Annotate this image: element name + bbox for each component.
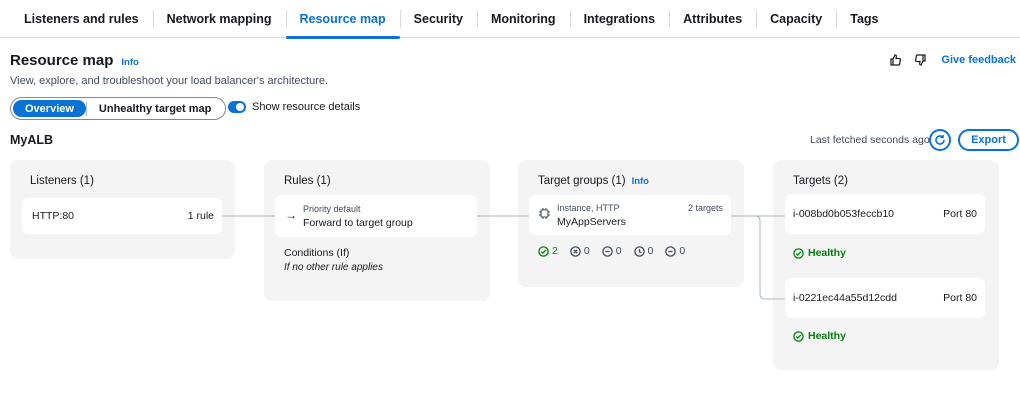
conditions-value: If no other rule applies (284, 262, 383, 273)
tab-bar: Listeners and rules Network mapping Reso… (0, 0, 1020, 39)
listeners-title: Listeners (1) (30, 175, 94, 187)
target-instance-id: i-0221ec44a55d12cdd (793, 292, 897, 304)
target-instance-id: i-008bd0b053feccb10 (793, 208, 895, 220)
rule-priority: Priority default (303, 204, 361, 214)
listeners-column: Listeners (1) HTTP:80 1 rule (10, 160, 235, 259)
target-groups-info-link[interactable]: Info (632, 176, 649, 187)
target-port: Port 80 (943, 292, 977, 304)
rules-title: Rules (1) (284, 175, 331, 187)
tab-integrations[interactable]: Integrations (569, 0, 670, 38)
tab-capacity[interactable]: Capacity (756, 0, 836, 38)
give-feedback-link[interactable]: Give feedback (941, 54, 1016, 66)
arrow-right-icon: → (285, 208, 297, 222)
page-title: Resource map (10, 52, 114, 69)
instance-icon (539, 208, 550, 222)
listener-rule-count: 1 rule (187, 210, 214, 222)
check-circle-icon (793, 330, 804, 342)
conditions-label: Conditions (If) (284, 247, 350, 259)
tab-monitoring[interactable]: Monitoring (477, 0, 570, 38)
refresh-icon (935, 135, 945, 145)
tab-tags[interactable]: Tags (836, 0, 892, 38)
view-segmented-control: Overview Unhealthy target map (10, 97, 227, 120)
tab-attributes[interactable]: Attributes (669, 0, 756, 38)
initial-count: 0 (633, 245, 653, 257)
target-health-status: Healthy (793, 330, 846, 342)
clock-icon (633, 245, 645, 257)
target-card[interactable]: i-008bd0b053feccb10 Port 80 (785, 194, 985, 234)
page-header: Resource map Info (10, 52, 139, 69)
unhealthy-count: 0 (570, 245, 590, 257)
target-group-card[interactable]: Instance, HTTP MyAppServers 2 targets (529, 195, 731, 235)
unhealthy-target-map-segment[interactable]: Unhealthy target map (87, 100, 223, 117)
info-link[interactable]: Info (121, 57, 138, 68)
target-port: Port 80 (943, 208, 977, 220)
rules-column: Rules (1) → Priority default Forward to … (264, 160, 490, 301)
tab-resource-map[interactable]: Resource map (285, 0, 400, 39)
unused-count: 0 (601, 245, 622, 257)
healthy-count: 2 (538, 245, 558, 257)
draining-count: 0 (665, 245, 685, 257)
check-circle-icon (538, 245, 549, 257)
targets-title: Targets (2) (793, 175, 848, 187)
targets-column: Targets (2) i-008bd0b053feccb10 Port 80 … (773, 160, 999, 370)
rule-card[interactable]: → Priority default Forward to target gro… (275, 195, 477, 237)
page-description: View, explore, and troubleshoot your loa… (10, 75, 329, 87)
thumbs-up-icon[interactable] (889, 53, 903, 67)
tab-listeners-and-rules[interactable]: Listeners and rules (10, 0, 153, 38)
target-groups-column: Target groups (1) Info Instance, HTTP My… (518, 160, 744, 287)
overview-segment[interactable]: Overview (13, 100, 86, 117)
feedback-bar: Give feedback (889, 53, 1016, 67)
target-group-target-count: 2 targets (687, 203, 723, 213)
check-circle-icon (793, 247, 804, 259)
target-group-name: MyAppServers (557, 216, 626, 228)
load-balancer-name: MyALB (10, 133, 54, 147)
target-health-summary: 2 0 0 0 0 (538, 245, 685, 257)
draining-circle-icon (665, 245, 677, 257)
target-group-type: Instance, HTTP (557, 203, 620, 213)
listener-card[interactable]: HTTP:80 1 rule (22, 198, 222, 234)
show-resource-details-toggle[interactable] (228, 101, 246, 113)
listener-protocol: HTTP:80 (32, 210, 75, 222)
target-card[interactable]: i-0221ec44a55d12cdd Port 80 (785, 278, 985, 318)
target-health-status: Healthy (793, 247, 846, 259)
rule-action: Forward to target group (303, 217, 413, 229)
last-fetched-text: Last fetched seconds ago (810, 134, 930, 146)
export-button[interactable]: Export (958, 129, 1019, 151)
thumbs-down-icon[interactable] (913, 53, 927, 67)
resource-details-toggle-group: Show resource details (228, 101, 360, 113)
target-groups-title: Target groups (1) Info (538, 175, 649, 187)
toggle-label: Show resource details (252, 101, 361, 113)
tab-security[interactable]: Security (399, 0, 477, 38)
refresh-button[interactable] (929, 129, 951, 151)
tab-network-mapping[interactable]: Network mapping (152, 0, 286, 38)
x-circle-icon (570, 245, 581, 257)
minus-circle-icon (601, 245, 613, 257)
